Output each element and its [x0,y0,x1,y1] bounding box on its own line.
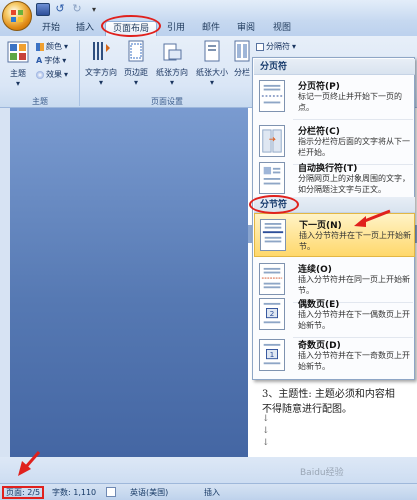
theme-fonts-label: 字体 [44,56,61,65]
theme-colors-label: 颜色 [46,42,62,51]
redo-icon[interactable]: ↻ [70,3,84,16]
text-direction-label: 文字方向 [85,68,117,77]
menu-item-text-wrapping-break[interactable]: 自动换行符(T) 分隔网页上的对象周围的文字，如分隔题注文字与正文。 [254,157,415,197]
theme-fonts-button[interactable]: A 字体 ▾ [36,55,66,66]
chevron-down-icon: ▾ [15,79,20,88]
office-logo-icon [11,10,23,22]
status-bar: 页面: 2/5 字数: 1,110 英语(美国) 插入 [0,483,417,500]
themes-icon [7,41,29,63]
word-count[interactable]: 字数: 1,110 [52,487,96,498]
page-size-label: 纸张大小 [196,68,228,77]
tab-insert[interactable]: 插入 [70,21,100,36]
paragraph-mark: ↓ [262,414,270,424]
chevron-down-icon: ▾ [62,56,67,65]
menu-item-page-break[interactable]: 分页符(P) 标记一页终止并开始下一页的点。 [254,75,415,119]
menu-item-odd-page[interactable]: 1 奇数页(D) 插入分节符并在下一奇数页上开始新节。 [254,334,415,378]
fonts-icon: A [36,56,43,65]
page-size-button[interactable]: 纸张大小 ▾ [192,40,232,92]
theme-group-label: 主题 [32,97,48,106]
page-breaks-header: 分页符 [254,59,415,75]
menu-item-next-page[interactable]: 下一页(N) 插入分节符并在下一页上开始新节。 [254,213,415,257]
paragraph-mark: ↓ [262,438,270,448]
breaks-dropdown-menu: 分页符 分页符(P) 标记一页终止并开始下一页的点。 分栏符(C) 指示分栏符后… [252,57,415,380]
breaks-label: 分隔符 [266,42,290,51]
page-size-icon [204,40,220,62]
colors-icon [36,42,44,51]
quick-access-toolbar: ↺ ↻ ▾ [36,3,101,16]
column-break-icon [259,125,285,157]
svg-text:2: 2 [270,309,275,318]
chevron-down-icon: ▾ [98,78,103,87]
menu-item-description: 插入分节符并在下一页上开始新节。 [299,231,411,251]
themes-button[interactable]: 主题 ▾ [4,40,32,92]
office-button[interactable] [2,1,32,31]
theme-effects-label: 效果 [46,70,62,79]
margins-icon [128,40,144,62]
theme-colors-button[interactable]: 颜色 ▾ [36,41,68,52]
tab-mailings[interactable]: 邮件 [197,21,225,36]
menu-item-description: 标记一页终止并开始下一页的点。 [298,92,402,112]
section-breaks-header: 分节符 [254,197,415,213]
customize-toolbar-icon[interactable]: ▾ [87,3,101,16]
menu-item-even-page[interactable]: 2 偶数页(E) 插入分节符并在下一偶数页上开始新节。 [254,293,415,337]
chevron-down-icon: ▾ [64,42,69,51]
breaks-icon [256,42,264,51]
tab-page-layout[interactable]: 页面布局 [105,21,157,36]
watermark: Baidu经验 [300,468,344,478]
proofing-icon[interactable] [106,487,116,497]
title-bar: ↺ ↻ ▾ [0,0,417,31]
effects-icon [36,70,44,79]
page-break-icon [259,80,285,112]
menu-item-description: 指示分栏符后面的文字将从下一栏开始。 [298,137,410,157]
save-icon[interactable] [36,3,50,16]
text-direction-button[interactable]: 文字方向 ▾ [82,40,120,92]
themes-label: 主题 [10,69,26,78]
orientation-label: 纸张方向 [156,68,188,77]
group-separator [79,40,80,106]
text-wrapping-break-icon [259,162,285,194]
continuous-break-icon [259,263,285,295]
menu-item-description: 插入分节符并在下一奇数页上开始新节。 [298,351,410,371]
paragraph-mark: ↓ [262,426,270,436]
columns-button[interactable]: 分栏 [232,40,252,92]
chevron-down-icon: ▾ [292,42,297,51]
chevron-down-icon: ▾ [209,78,214,87]
orientation-icon [163,43,182,61]
odd-page-break-icon: 1 [259,339,285,371]
columns-label: 分栏 [234,68,250,77]
status-area: 页面: 2/5 字数: 1,110 英语(美国) 插入 [0,457,417,500]
columns-icon [234,40,250,62]
next-page-break-icon [260,219,286,251]
page-setup-group-label: 页面设置 [151,97,183,106]
tab-references[interactable]: 引用 [162,21,190,36]
margins-button[interactable]: 页边距 ▾ [120,40,152,92]
ribbon-tabs: 开始 插入 页面布局 引用 邮件 审阅 视图 [0,20,417,36]
tab-review[interactable]: 审阅 [232,21,260,36]
text-direction-icon [93,42,110,60]
undo-icon[interactable]: ↺ [53,3,67,16]
language-indicator[interactable]: 英语(美国) [130,487,168,498]
tab-view[interactable]: 视图 [268,21,296,36]
margins-label: 页边距 [124,68,148,77]
insert-mode[interactable]: 插入 [204,487,220,498]
tab-home[interactable]: 开始 [36,21,66,36]
workspace-background [0,108,248,457]
menu-item-description: 分隔网页上的对象周围的文字，如分隔题注文字与正文。 [298,174,410,194]
doc-paragraph-line: 不得随意进行配图。 [262,404,352,415]
chevron-down-icon: ▾ [64,70,69,79]
menu-item-description: 插入分节符并在下一偶数页上开始新节。 [298,310,410,330]
vertical-ruler [0,108,10,457]
chevron-down-icon: ▾ [133,78,138,87]
orientation-button[interactable]: 纸张方向 ▾ [152,40,192,92]
doc-paragraph-line: 3、主题性: 主题必须和内容相 [262,389,395,400]
theme-effects-button[interactable]: 效果 ▾ [36,69,68,80]
svg-text:1: 1 [270,350,275,359]
page-indicator[interactable]: 页面: 2/5 [6,487,40,498]
chevron-down-icon: ▾ [169,78,174,87]
even-page-break-icon: 2 [259,298,285,330]
breaks-button[interactable]: 分隔符 ▾ [256,41,296,52]
